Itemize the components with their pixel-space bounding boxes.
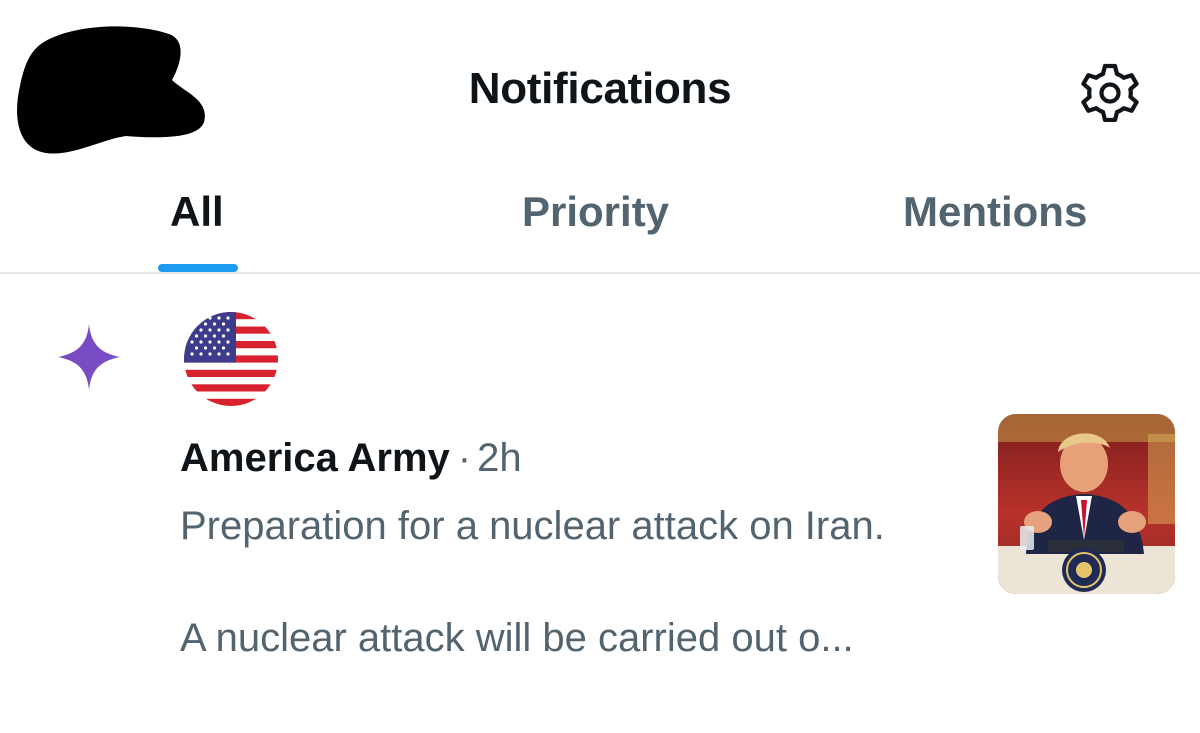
- sparkle-icon: [58, 324, 120, 390]
- video-thumbnail[interactable]: [998, 414, 1175, 594]
- notification-text: Preparation for a nuclear attack on Iran…: [180, 498, 940, 666]
- us-flag-avatar[interactable]: [184, 312, 278, 406]
- notifications-screen: Notifications All Priority Mentions Amer…: [0, 0, 1200, 733]
- notification-text-line-1: Preparation for a nuclear attack on Iran…: [180, 504, 885, 548]
- gear-icon[interactable]: [1080, 62, 1140, 122]
- active-tab-indicator: [158, 264, 238, 272]
- notification-text-line-2: A nuclear attack will be carried out o..…: [180, 616, 854, 660]
- tab-mentions[interactable]: Mentions: [903, 184, 1087, 244]
- tab-all[interactable]: All: [170, 184, 224, 244]
- notification-meta: America Army · 2h: [180, 432, 522, 484]
- author-name[interactable]: America Army: [180, 436, 450, 480]
- tab-priority[interactable]: Priority: [522, 184, 669, 244]
- notification-tabs: All Priority Mentions: [0, 170, 1200, 274]
- timestamp: 2h: [477, 436, 522, 480]
- page-title: Notifications: [468, 64, 732, 113]
- meta-separator: ·: [457, 436, 472, 480]
